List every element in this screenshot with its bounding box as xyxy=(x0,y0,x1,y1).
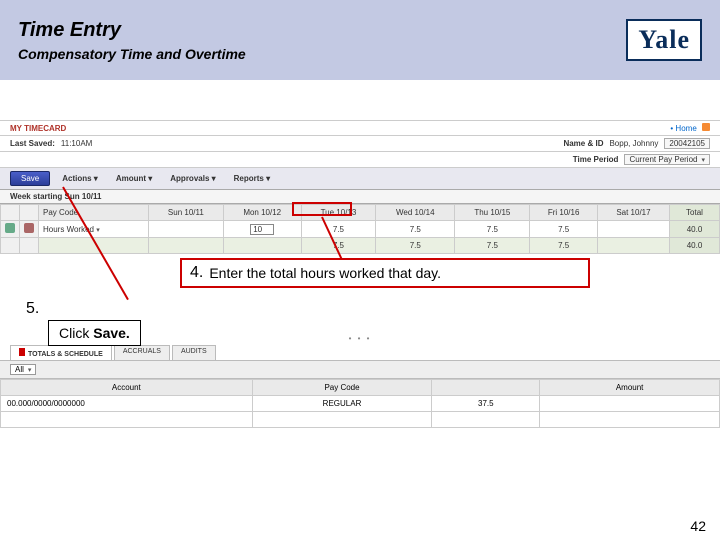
hours-cell[interactable] xyxy=(149,221,224,238)
filter-select[interactable]: All▾ xyxy=(10,364,36,375)
hours-cell: 7.5 xyxy=(455,238,530,254)
day-header: Sat 10/17 xyxy=(597,205,669,221)
flag-icon xyxy=(19,348,25,356)
reports-menu[interactable]: Reports ▾ xyxy=(228,174,276,183)
col-header xyxy=(432,380,540,396)
slide-header: Time Entry Compensatory Time and Overtim… xyxy=(0,0,720,80)
step-number: 4. xyxy=(190,264,203,282)
step-4-callout: 4. Enter the total hours worked that day… xyxy=(180,258,590,288)
tab-totals-schedule[interactable]: TOTALS & SCHEDULE xyxy=(10,345,112,360)
table-row: 00.000/0000/0000000 REGULAR 37.5 xyxy=(1,396,720,412)
row-total: 40.0 xyxy=(670,238,720,254)
day-header: Thu 10/15 xyxy=(455,205,530,221)
callout-frame xyxy=(292,202,352,216)
step-text-bold: Save. xyxy=(93,325,130,341)
step-5-number: 5. xyxy=(22,298,43,320)
hours-cell[interactable] xyxy=(597,221,669,238)
name-value: Bopp, Johnny xyxy=(609,139,658,148)
day-header: Fri 10/16 xyxy=(530,205,598,221)
tab-audits[interactable]: AUDITS xyxy=(172,345,216,360)
value-cell: 37.5 xyxy=(432,396,540,412)
page-subtitle: Compensatory Time and Overtime xyxy=(18,46,626,62)
time-period-label: Time Period xyxy=(573,155,619,164)
step-text: Click xyxy=(59,325,93,341)
toolbar: Save Actions ▾ Amount ▾ Approvals ▾ Repo… xyxy=(0,168,720,190)
step-5-callout: Click Save. xyxy=(48,320,141,346)
last-saved-label: Last Saved: xyxy=(10,139,55,148)
table-row: 7.5 7.5 7.5 7.5 40.0 xyxy=(1,238,720,254)
delete-row-icon[interactable] xyxy=(24,223,34,233)
row-total: 40.0 xyxy=(670,221,720,238)
table-row: Hours Worked ▾ 10 7.5 7.5 7.5 7.5 40.0 xyxy=(1,221,720,238)
save-button[interactable]: Save xyxy=(10,171,50,186)
yale-logo: Yale xyxy=(626,19,702,61)
week-label: Week starting Sun 10/11 xyxy=(0,190,720,204)
chevron-down-icon: ▾ xyxy=(701,156,705,164)
timecard-title: MY TIMECARD xyxy=(10,124,66,133)
total-header: Total xyxy=(670,205,720,221)
time-period-select[interactable]: Current Pay Period▾ xyxy=(624,154,710,165)
hours-cell[interactable]: 7.5 xyxy=(376,221,455,238)
chevron-down-icon: ▾ xyxy=(96,227,100,234)
hours-cell: 7.5 xyxy=(530,238,598,254)
bottom-panel: • • • TOTALS & SCHEDULE ACCRUALS AUDITS … xyxy=(0,334,720,428)
last-saved-value: 11:10AM xyxy=(61,139,92,148)
hours-cell[interactable]: 7.5 xyxy=(301,221,375,238)
name-id-label: Name & ID xyxy=(563,139,603,148)
totals-grid: Account Pay Code Amount 00.000/0000/0000… xyxy=(0,379,720,428)
timecard-app: MY TIMECARD • Home Last Saved: 11:10AM N… xyxy=(0,120,720,254)
col-header: Pay Code xyxy=(252,380,432,396)
step-text: Enter the total hours worked that day. xyxy=(209,265,441,281)
actions-menu[interactable]: Actions ▾ xyxy=(56,174,104,183)
hours-cell: 7.5 xyxy=(376,238,455,254)
paycode-header: Pay Code xyxy=(39,205,149,221)
table-row xyxy=(1,412,720,428)
hours-input[interactable]: 10 xyxy=(250,224,274,235)
day-header: Mon 10/12 xyxy=(223,205,301,221)
id-value: 20042105 xyxy=(664,138,710,149)
page-title: Time Entry xyxy=(18,19,626,42)
amount-cell xyxy=(540,396,720,412)
col-header: Account xyxy=(1,380,253,396)
add-row-icon[interactable] xyxy=(5,223,15,233)
hours-cell[interactable]: 7.5 xyxy=(455,221,530,238)
page-number: 42 xyxy=(690,518,706,534)
account-cell: 00.000/0000/0000000 xyxy=(1,396,253,412)
home-icon xyxy=(702,123,710,131)
paycode-cell[interactable]: Hours Worked ▾ xyxy=(43,225,100,234)
amount-menu[interactable]: Amount ▾ xyxy=(110,174,158,183)
tab-accruals[interactable]: ACCRUALS xyxy=(114,345,170,360)
approvals-menu[interactable]: Approvals ▾ xyxy=(164,174,221,183)
hours-cell-mon[interactable]: 10 xyxy=(223,221,301,238)
day-header: Sun 10/11 xyxy=(149,205,224,221)
chevron-down-icon: ▾ xyxy=(28,366,32,374)
paycode-cell: REGULAR xyxy=(252,396,432,412)
home-link[interactable]: • Home xyxy=(670,123,710,133)
col-header: Amount xyxy=(540,380,720,396)
timecard-grid: Pay Code Sun 10/11 Mon 10/12 Tue 10/13 W… xyxy=(0,204,720,254)
day-header: Wed 10/14 xyxy=(376,205,455,221)
hours-cell[interactable]: 7.5 xyxy=(530,221,598,238)
